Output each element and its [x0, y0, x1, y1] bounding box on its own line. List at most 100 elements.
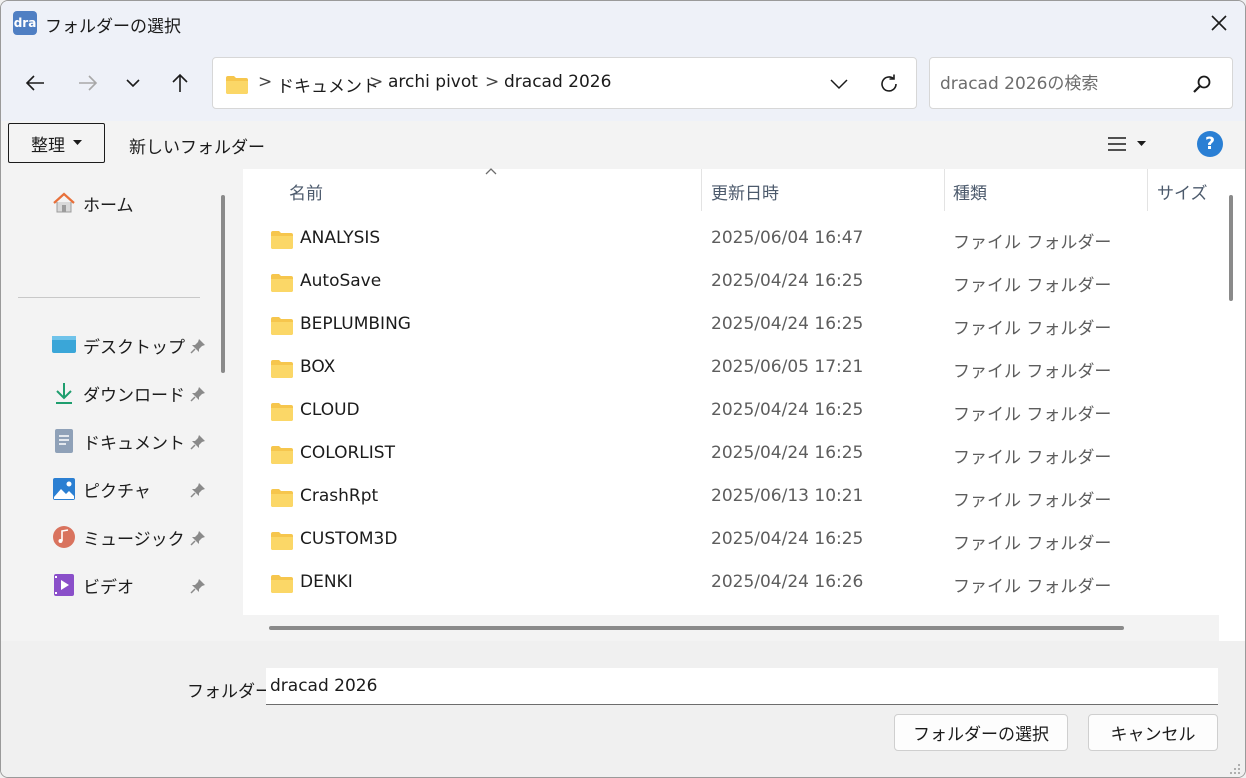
sidebar-item-videos[interactable]: ビデオ [51, 569, 134, 601]
download-icon [51, 380, 77, 406]
sidebar-item-label: ドキュメント [83, 433, 185, 454]
sidebar-item-desktop[interactable]: デスクトップ [51, 329, 185, 361]
sidebar-item-label: デスクトップ [83, 337, 185, 358]
music-icon [51, 524, 77, 550]
sidebar-item-home[interactable]: ホーム [51, 187, 134, 219]
file-type: ファイル フォルダー [953, 491, 1112, 511]
breadcrumb-archi-pivot[interactable]: archi pivot [388, 72, 478, 92]
file-name: AutoSave [300, 271, 382, 291]
folder-name-input[interactable] [266, 668, 1218, 705]
file-row-beplumbing[interactable]: BEPLUMBING 2025/04/24 16:25 ファイル フォルダー [237, 304, 1227, 347]
file-type: ファイル フォルダー [953, 362, 1112, 382]
window-title: フォルダーの選択 [45, 17, 181, 37]
refresh-icon [881, 74, 897, 92]
organize-button[interactable]: 整理 [8, 123, 105, 163]
arrow-left-icon [25, 75, 44, 91]
column-header-type[interactable]: 種類 [953, 179, 987, 204]
sidebar-scrollbar[interactable] [221, 195, 225, 373]
sidebar-item-documents[interactable]: ドキュメント [51, 425, 185, 457]
breadcrumb-separator: > [258, 72, 273, 92]
pin-icon[interactable] [189, 433, 207, 451]
file-name: CLOUD [300, 400, 360, 420]
pictures-icon [51, 476, 77, 502]
file-row-colorlist[interactable]: COLORLIST 2025/04/24 16:25 ファイル フォルダー [237, 433, 1227, 476]
caret-down-icon [1137, 141, 1146, 146]
file-type: ファイル フォルダー [953, 534, 1112, 554]
file-list: 名前 更新日時 種類 サイズ ANALYSIS 2025/06/04 16:47… [237, 168, 1245, 641]
folder-select-dialog: dra フォルダーの選択 > ドキュメント > archi pivot > dr… [0, 0, 1246, 778]
up-button[interactable] [162, 65, 198, 101]
search-input[interactable] [940, 72, 1180, 96]
pin-icon[interactable] [189, 577, 207, 595]
column-header-size[interactable]: サイズ [1157, 179, 1208, 204]
folder-icon [271, 360, 293, 378]
search-icon[interactable] [1190, 72, 1214, 96]
view-options-button[interactable] [1107, 131, 1163, 157]
folder-icon [271, 231, 293, 249]
file-date: 2025/06/13 10:21 [711, 486, 864, 506]
list-view-icon [1108, 137, 1126, 151]
address-dropdown-button[interactable] [825, 70, 853, 98]
pin-icon[interactable] [189, 481, 207, 499]
column-header-date[interactable]: 更新日時 [711, 179, 779, 204]
pin-icon[interactable] [189, 337, 207, 355]
recent-locations-button[interactable] [115, 65, 151, 101]
file-date: 2025/04/24 16:25 [711, 443, 864, 463]
search-box[interactable] [929, 57, 1233, 109]
sidebar-item-music[interactable]: ミュージック [51, 521, 185, 553]
file-date: 2025/04/24 16:25 [711, 529, 864, 549]
file-row-denki[interactable]: DENKI 2025/04/24 16:26 ファイル フォルダー [237, 562, 1227, 605]
folder-icon [271, 489, 293, 507]
file-row-box[interactable]: BOX 2025/06/05 17:21 ファイル フォルダー [237, 347, 1227, 390]
file-list-horizontal-scrollbar[interactable] [269, 626, 1124, 630]
file-date: 2025/04/24 16:25 [711, 314, 864, 334]
file-type: ファイル フォルダー [953, 448, 1112, 468]
caret-down-icon [73, 140, 82, 145]
address-bar[interactable]: > ドキュメント > archi pivot > dracad 2026 [212, 57, 917, 109]
breadcrumb-documents[interactable]: ドキュメント [277, 72, 379, 97]
help-button[interactable]: ? [1197, 131, 1223, 157]
resize-grip-icon[interactable] [1227, 761, 1241, 775]
select-folder-button[interactable]: フォルダーの選択 [894, 714, 1068, 751]
breadcrumb-dracad-2026[interactable]: dracad 2026 [504, 72, 611, 92]
column-divider[interactable] [1147, 169, 1148, 211]
title-bar: dra フォルダーの選択 [1, 1, 1245, 45]
back-button[interactable] [17, 65, 53, 101]
file-row-cloud[interactable]: CLOUD 2025/04/24 16:25 ファイル フォルダー [237, 390, 1227, 433]
column-divider[interactable] [944, 169, 945, 211]
sidebar-item-label: ビデオ [83, 577, 134, 598]
file-type: ファイル フォルダー [953, 577, 1112, 597]
organize-label: 整理 [31, 135, 65, 156]
file-name: DENKI [300, 572, 353, 592]
file-date: 2025/06/04 16:47 [711, 228, 864, 248]
sidebar-item-pictures[interactable]: ピクチャ [51, 473, 151, 505]
arrow-up-icon [172, 73, 188, 92]
refresh-button[interactable] [875, 70, 903, 98]
new-folder-button[interactable]: 新しいフォルダー [129, 133, 265, 158]
file-row-crashrpt[interactable]: CrashRpt 2025/06/13 10:21 ファイル フォルダー [237, 476, 1227, 519]
file-list-vertical-scrollbar[interactable] [1229, 195, 1233, 301]
file-name: CrashRpt [300, 486, 379, 506]
file-type: ファイル フォルダー [953, 233, 1112, 253]
home-icon [51, 190, 77, 216]
arrow-right-icon [79, 75, 98, 91]
file-row-analysis[interactable]: ANALYSIS 2025/06/04 16:47 ファイル フォルダー [237, 218, 1227, 261]
forward-button[interactable] [70, 65, 106, 101]
sidebar-item-downloads[interactable]: ダウンロード [51, 377, 185, 409]
file-row-autosave[interactable]: AutoSave 2025/04/24 16:25 ファイル フォルダー [237, 261, 1227, 304]
file-name: CUSTOM3D [300, 529, 398, 549]
column-header-name[interactable]: 名前 [289, 179, 323, 204]
file-type: ファイル フォルダー [953, 276, 1112, 296]
file-name: ANALYSIS [300, 228, 381, 248]
cancel-button[interactable]: キャンセル [1088, 714, 1218, 751]
file-type: ファイル フォルダー [953, 319, 1112, 339]
file-row-custom3d[interactable]: CUSTOM3D 2025/04/24 16:25 ファイル フォルダー [237, 519, 1227, 562]
folder-icon [271, 446, 293, 464]
sidebar-divider [18, 297, 200, 298]
pin-icon[interactable] [189, 385, 207, 403]
column-divider[interactable] [701, 169, 702, 211]
pin-icon[interactable] [189, 529, 207, 547]
navigation-bar: > ドキュメント > archi pivot > dracad 2026 [1, 45, 1245, 121]
pane-splitter[interactable] [237, 169, 243, 641]
close-button[interactable] [1193, 1, 1245, 45]
